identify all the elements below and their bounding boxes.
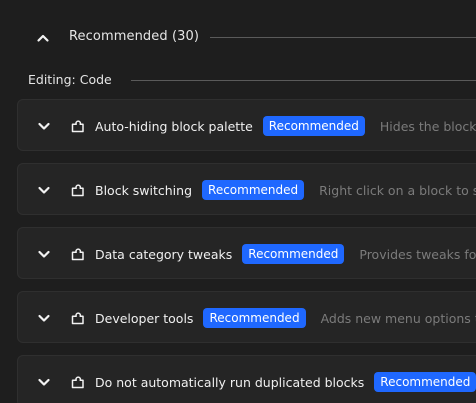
addon-description: Hides the block — [379, 118, 476, 134]
addon-description: Adds new menu options to — [320, 310, 476, 326]
addon-info: Do not automatically run duplicated bloc… — [95, 356, 476, 403]
addon-description: Right click on a block to sw — [319, 182, 476, 198]
chevron-up-icon[interactable] — [33, 28, 53, 48]
chevron-down-icon[interactable] — [34, 244, 54, 264]
category-header: Editing: Code — [0, 70, 476, 90]
addons-page: Recommended (30) Editing: Code Auto-hidi… — [0, 0, 476, 403]
category-label: Editing: Code — [28, 72, 112, 87]
section-divider — [210, 37, 476, 38]
addon-name: Developer tools — [95, 310, 194, 326]
addon-card-block-switching[interactable]: Block switching Recommended Right click … — [17, 163, 476, 215]
addon-card-data-category-tweaks[interactable]: Data category tweaks Recommended Provide… — [17, 227, 476, 279]
puzzle-icon — [69, 181, 87, 199]
addon-info: Developer tools Recommended Adds new men… — [95, 292, 476, 344]
category-divider — [131, 80, 476, 81]
chevron-down-icon[interactable] — [34, 180, 54, 200]
addon-name: Auto-hiding block palette — [95, 118, 253, 134]
puzzle-icon — [69, 117, 87, 135]
addon-info: Block switching Recommended Right click … — [95, 164, 476, 216]
addon-info: Data category tweaks Recommended Provide… — [95, 228, 476, 280]
puzzle-icon — [69, 373, 87, 391]
section-header-recommended[interactable]: Recommended (30) — [0, 22, 476, 54]
recommended-badge: Recommended — [374, 372, 476, 392]
recommended-badge: Recommended — [262, 116, 365, 136]
addon-name: Block switching — [95, 182, 193, 198]
addon-card-developer-tools[interactable]: Developer tools Recommended Adds new men… — [17, 291, 476, 343]
addon-description: Provides tweaks for — [359, 246, 476, 262]
addon-name: Do not automatically run duplicated bloc… — [95, 374, 365, 390]
section-title: Recommended (30) — [69, 29, 200, 44]
puzzle-icon — [69, 245, 87, 263]
recommended-badge: Recommended — [242, 244, 345, 264]
recommended-badge: Recommended — [203, 308, 306, 328]
chevron-down-icon[interactable] — [34, 372, 54, 392]
addon-name: Data category tweaks — [95, 246, 233, 262]
puzzle-icon — [69, 309, 87, 327]
recommended-badge: Recommended — [202, 180, 305, 200]
chevron-down-icon[interactable] — [34, 308, 54, 328]
addon-card-auto-hiding-block-palette[interactable]: Auto-hiding block palette Recommended Hi… — [17, 99, 476, 151]
addon-card-do-not-automatically-run-duplicated-blocks[interactable]: Do not automatically run duplicated bloc… — [17, 355, 476, 403]
addon-info: Auto-hiding block palette Recommended Hi… — [95, 100, 476, 152]
chevron-down-icon[interactable] — [34, 116, 54, 136]
